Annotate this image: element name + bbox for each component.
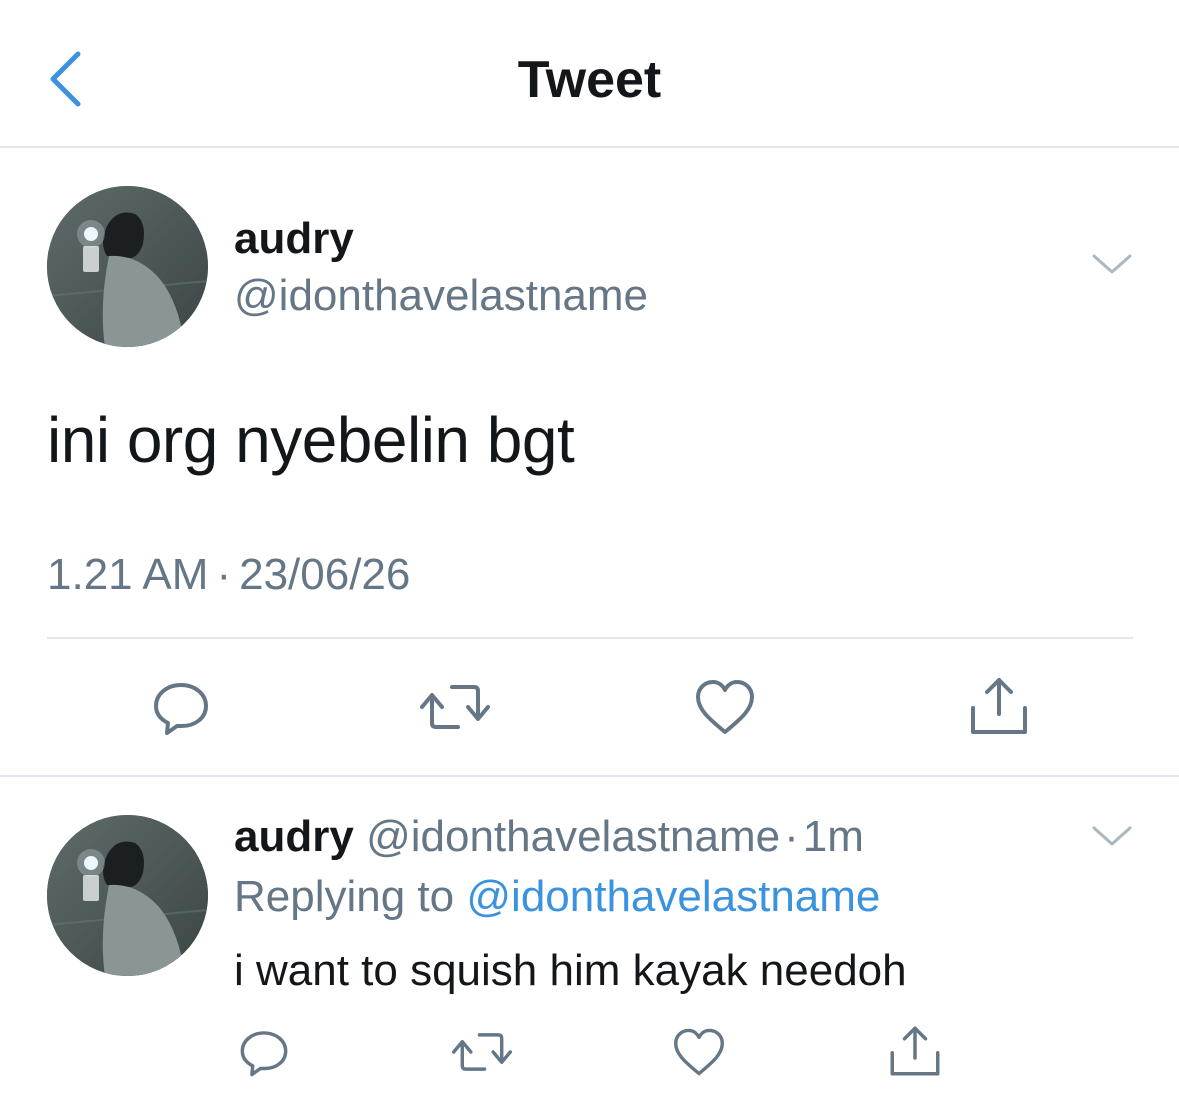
reply-age: 1m	[802, 812, 864, 861]
retweet-icon	[452, 1033, 512, 1071]
reply-display-name[interactable]: audry	[234, 812, 354, 861]
like-button[interactable]	[693, 674, 757, 740]
tweet-date: 23/06/26	[239, 550, 411, 599]
retweet-button[interactable]	[420, 674, 490, 740]
reply-retweet-button[interactable]	[450, 1022, 514, 1082]
reply-button[interactable]	[148, 674, 214, 740]
more-options-button[interactable]	[1090, 250, 1134, 278]
reply-reply-button[interactable]	[235, 1022, 293, 1082]
share-icon	[971, 678, 1027, 734]
reply-meta-separator: ·	[784, 812, 799, 861]
reply-like-button[interactable]	[670, 1022, 728, 1082]
page-title: Tweet	[517, 51, 662, 109]
avatar[interactable]	[47, 186, 208, 347]
replying-to-handle-link[interactable]: @idonthavelastname	[466, 872, 880, 921]
header-divider	[0, 146, 1179, 148]
reply-share-button[interactable]	[884, 1020, 946, 1082]
chevron-down-icon	[1092, 254, 1132, 274]
reply-more-options-button[interactable]	[1090, 822, 1134, 850]
heart-icon	[673, 1028, 724, 1076]
comment-icon	[240, 1031, 288, 1077]
tweet-time: 1.21 AM	[47, 550, 209, 599]
reply-header: audry @idonthavelastname·1m	[234, 810, 864, 864]
actions-divider	[0, 775, 1179, 777]
replying-to: Replying to @idonthavelastname	[234, 870, 880, 924]
meta-divider	[47, 637, 1133, 639]
replying-to-label: Replying to	[234, 872, 455, 921]
heart-icon	[696, 680, 754, 734]
meta-separator: ·	[216, 550, 232, 599]
reply-user-handle[interactable]: @idonthavelastname	[366, 812, 780, 861]
share-button[interactable]	[964, 672, 1034, 740]
comment-icon	[154, 683, 208, 735]
share-icon	[890, 1026, 940, 1076]
tweet-text: ini org nyebelin bgt	[47, 404, 575, 476]
user-handle[interactable]: @idonthavelastname	[234, 269, 648, 323]
retweet-icon	[420, 685, 490, 729]
reply-avatar[interactable]	[47, 815, 208, 976]
reply-tweet-text: i want to squish him kayak needoh	[234, 946, 907, 995]
tweet-timestamp: 1.21 AM · 23/06/26	[47, 548, 410, 602]
display-name[interactable]: audry	[234, 212, 354, 266]
chevron-down-icon	[1092, 826, 1132, 846]
